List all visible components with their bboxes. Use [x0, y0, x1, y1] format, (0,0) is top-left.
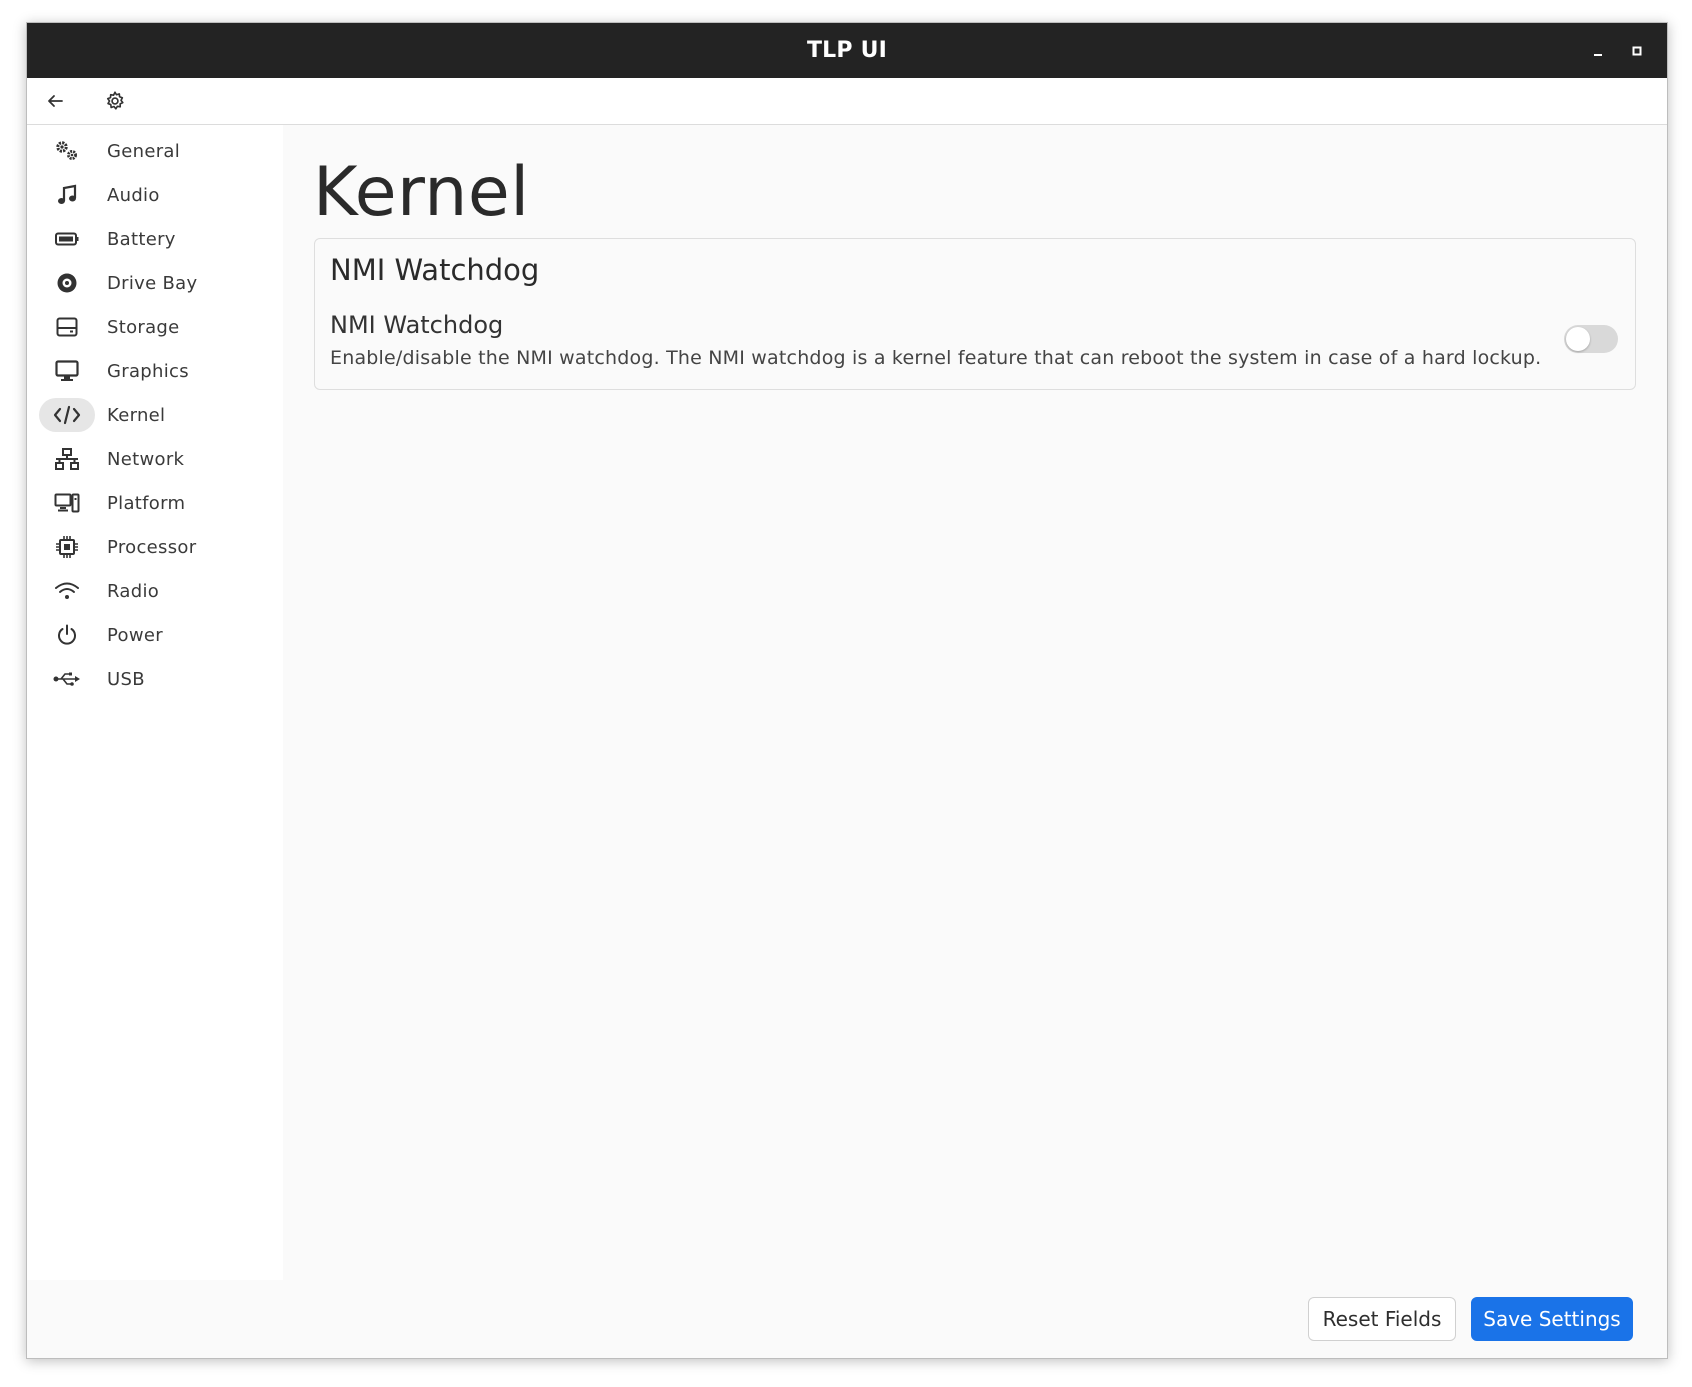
sidebar-item-label: Audio	[107, 184, 160, 206]
arrow-left-icon	[48, 95, 63, 107]
toolbar	[27, 78, 1667, 125]
close-button[interactable]	[1663, 37, 1667, 65]
reset-fields-button[interactable]: Reset Fields	[1308, 1297, 1456, 1341]
sidebar-item-network[interactable]: Network	[39, 441, 269, 477]
sidebar-item-drive-bay[interactable]: Drive Bay	[39, 265, 269, 301]
sidebar-item-battery[interactable]: Battery	[39, 221, 269, 257]
main-content: Kernel NMI Watchdog NMI Watchdog Enable/…	[283, 125, 1667, 1358]
sidebar-item-label: Kernel	[107, 404, 166, 426]
sidebar-item-kernel[interactable]: Kernel	[39, 397, 269, 433]
sidebar-item-label: Drive Bay	[107, 272, 198, 294]
minimize-icon	[1594, 54, 1602, 56]
sidebar-item-label: Graphics	[107, 360, 189, 382]
maximize-icon	[1632, 46, 1642, 56]
sidebar-item-label: Processor	[107, 536, 197, 558]
music-note-icon	[39, 178, 95, 212]
sidebar-item-storage[interactable]: Storage	[39, 309, 269, 345]
app-window: TLP UI General Audio Battery Drive Bay S…	[26, 22, 1668, 1359]
title-bar: TLP UI	[27, 23, 1667, 78]
sidebar-item-platform[interactable]: Platform	[39, 485, 269, 521]
sidebar-item-label: USB	[107, 668, 145, 690]
disc-icon	[39, 266, 95, 300]
hard-drive-icon	[39, 310, 95, 344]
setting-title: NMI Watchdog	[330, 311, 504, 339]
desktop-tower-icon	[39, 486, 95, 520]
sidebar-item-usb[interactable]: USB	[39, 661, 269, 697]
sidebar-item-audio[interactable]: Audio	[39, 177, 269, 213]
toggle-knob	[1566, 327, 1590, 351]
sidebar: General Audio Battery Drive Bay Storage …	[27, 125, 283, 1280]
save-settings-button[interactable]: Save Settings	[1471, 1297, 1633, 1341]
page-title: Kernel	[313, 153, 530, 232]
sidebar-item-general[interactable]: General	[39, 133, 269, 169]
sidebar-item-label: Battery	[107, 228, 176, 250]
sidebar-item-label: Storage	[107, 316, 180, 338]
sidebar-item-graphics[interactable]: Graphics	[39, 353, 269, 389]
sidebar-item-power[interactable]: Power	[39, 617, 269, 653]
sidebar-item-label: Power	[107, 624, 163, 646]
sidebar-item-label: Radio	[107, 580, 160, 602]
code-icon	[39, 398, 95, 432]
sidebar-item-label: Network	[107, 448, 185, 470]
minimize-button[interactable]	[1584, 37, 1612, 65]
sidebar-item-label: Platform	[107, 492, 186, 514]
settings-card: NMI Watchdog NMI Watchdog Enable/disable…	[314, 238, 1636, 390]
usb-icon	[39, 662, 95, 696]
gears-icon	[39, 134, 95, 168]
power-icon	[39, 618, 95, 652]
settings-button[interactable]	[99, 85, 131, 117]
cpu-chip-icon	[39, 530, 95, 564]
setting-description: Enable/disable the NMI watchdog. The NMI…	[330, 347, 1542, 369]
sidebar-item-label: General	[107, 140, 181, 162]
monitor-icon	[39, 354, 95, 388]
wifi-icon	[39, 574, 95, 608]
sidebar-item-processor[interactable]: Processor	[39, 529, 269, 565]
card-title: NMI Watchdog	[330, 253, 540, 287]
maximize-button[interactable]	[1623, 37, 1651, 65]
sidebar-item-radio[interactable]: Radio	[39, 573, 269, 609]
gear-icon	[106, 91, 124, 110]
window-title: TLP UI	[806, 38, 888, 63]
battery-icon	[39, 222, 95, 256]
back-button[interactable]	[39, 85, 71, 117]
nmi-watchdog-toggle[interactable]	[1564, 325, 1618, 353]
network-icon	[39, 442, 95, 476]
